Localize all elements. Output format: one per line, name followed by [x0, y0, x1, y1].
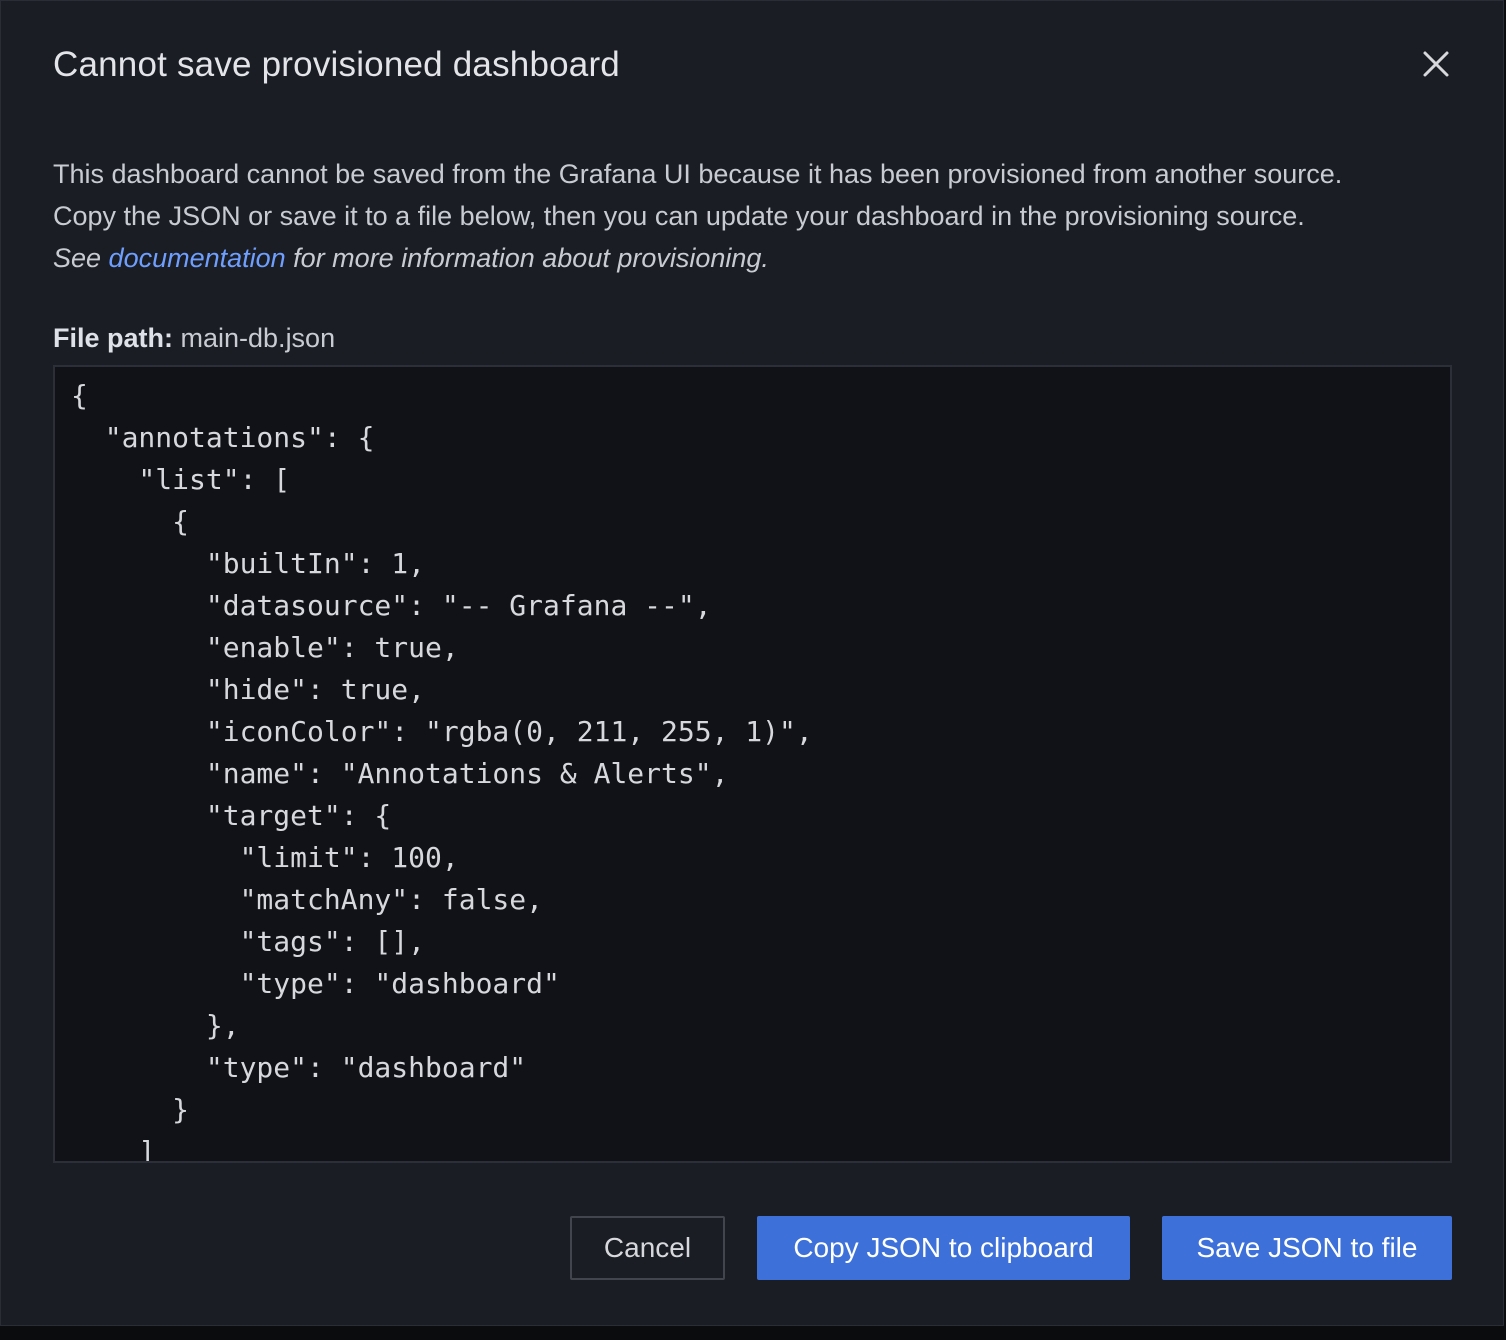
save-json-file-button[interactable]: Save JSON to file: [1162, 1216, 1452, 1280]
see-prefix: See: [53, 243, 109, 273]
json-code-content[interactable]: { "annotations": { "list": [ { "builtIn"…: [55, 367, 1450, 1161]
cancel-button[interactable]: Cancel: [570, 1216, 725, 1280]
description-line-1: This dashboard cannot be saved from the …: [53, 159, 1343, 189]
see-suffix: for more information about provisioning.: [285, 243, 769, 273]
file-path-label: File path:: [53, 323, 173, 353]
file-path: File path: main-db.json: [53, 323, 335, 354]
close-icon: [1423, 51, 1449, 77]
save-provisioned-dashboard-modal: Cannot save provisioned dashboard This d…: [0, 0, 1504, 1326]
file-path-value: main-db.json: [180, 323, 336, 353]
modal-description: This dashboard cannot be saved from the …: [53, 153, 1473, 279]
documentation-link[interactable]: documentation: [109, 243, 286, 273]
modal-title: Cannot save provisioned dashboard: [53, 45, 620, 84]
close-button[interactable]: [1415, 45, 1455, 85]
description-line-2: Copy the JSON or save it to a file below…: [53, 201, 1305, 231]
description-line-3: See documentation for more information a…: [53, 237, 1473, 279]
copy-json-button[interactable]: Copy JSON to clipboard: [757, 1216, 1130, 1280]
json-code-editor[interactable]: { "annotations": { "list": [ { "builtIn"…: [53, 365, 1452, 1163]
